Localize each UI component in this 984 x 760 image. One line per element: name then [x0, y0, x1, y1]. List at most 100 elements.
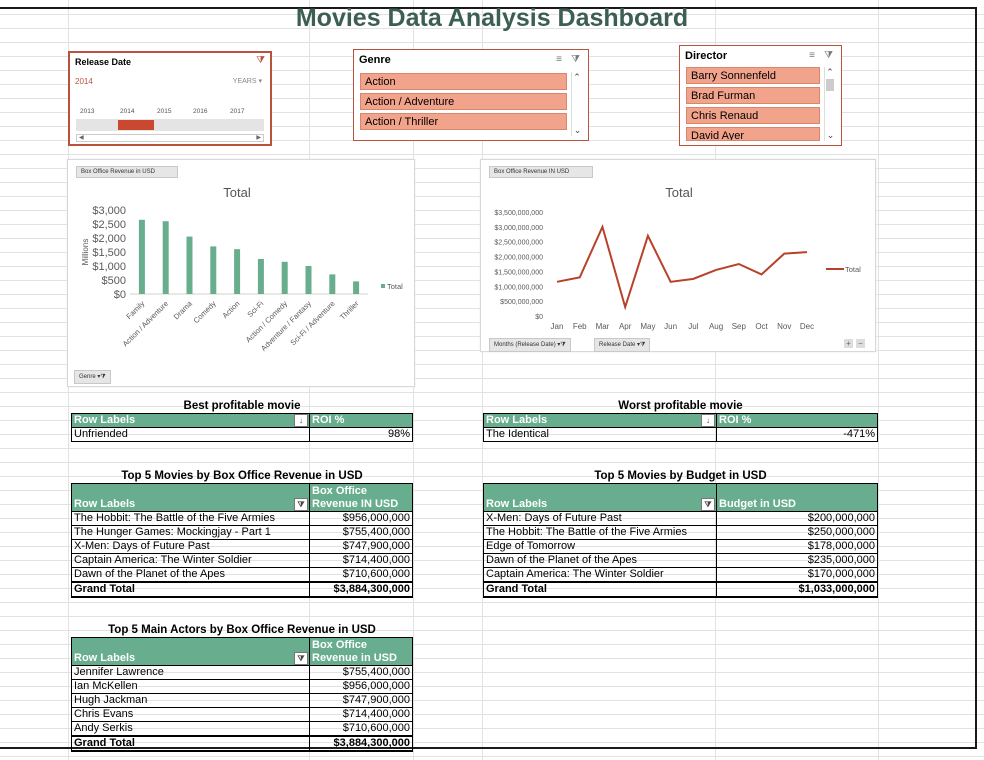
sort-filter-icon[interactable]: ↓: [701, 414, 715, 427]
collapse-button[interactable]: −: [856, 339, 865, 348]
monthly-revenue-chart[interactable]: Box Office Revenue IN USD Total $3,500,0…: [480, 159, 876, 352]
release-date-field-button[interactable]: Release Date ▾⧩: [594, 338, 651, 352]
time-level-dropdown[interactable]: YEARS ▾: [233, 77, 262, 85]
bar: [138, 219, 145, 294]
x-tick-label: Jan: [551, 322, 564, 331]
best-movie-cell[interactable]: Unfriended: [71, 427, 310, 442]
table-row[interactable]: Captain America: The Winter Soldier $170,…: [483, 567, 878, 583]
actor-cell: Andy Serkis: [71, 721, 310, 737]
y-tick-label: $1,000: [92, 261, 126, 273]
y-tick-label: $500,000,000: [500, 299, 543, 306]
x-tick-label: Dec: [800, 322, 814, 331]
timeline-scrollbar[interactable]: ◀ ▶: [76, 134, 264, 142]
table-row[interactable]: Dawn of the Planet of the Apes $710,600,0…: [71, 567, 413, 583]
release-date-slicer[interactable]: Release Date ⧩ 2014 YEARS ▾ 2013 2014 20…: [68, 51, 272, 146]
clear-filter-icon[interactable]: ⧩: [256, 55, 265, 66]
x-tick-label: Sci-Fi: [245, 299, 265, 319]
value-cell: $250,000,000: [716, 525, 878, 540]
table-row[interactable]: Dawn of the Planet of the Apes $235,000,0…: [483, 553, 878, 568]
scroll-up-icon[interactable]: ⌃: [825, 67, 835, 78]
filter-icon[interactable]: ⧩: [294, 652, 308, 665]
best-profitable-table: Row Labels ↓ ROI % Unfriended 98%: [71, 413, 413, 442]
y-tick-label: $1,500: [92, 247, 126, 259]
y-tick-label: $2,000,000,000: [494, 255, 543, 262]
table-row[interactable]: X-Men: Days of Future Past $200,000,000: [483, 511, 878, 526]
genre-revenue-chart[interactable]: Box Office Revenue in USD Total $3,000 $2…: [67, 159, 415, 387]
timeline-year-2016[interactable]: 2016: [193, 108, 207, 115]
worst-movie-cell[interactable]: The Identical: [483, 427, 717, 442]
filter-icon: ▾⧩: [637, 342, 646, 348]
director-item-brad-furman[interactable]: Brad Furman: [686, 87, 820, 104]
table-row[interactable]: The Hunger Games: Mockingjay - Part 1 $75…: [71, 525, 413, 540]
revenue-header: Box Office Revenue IN USD: [309, 483, 413, 512]
timeline-year-2015[interactable]: 2015: [157, 108, 171, 115]
director-item-barry-sonnenfeld[interactable]: Barry Sonnenfeld: [686, 67, 820, 84]
x-tick-label: Action / Adventure: [121, 299, 170, 348]
release-date-field-label: Release Date: [599, 342, 636, 348]
scroll-left-icon[interactable]: ◀: [79, 135, 84, 141]
chevron-down-icon: ▾: [258, 78, 262, 85]
worst-roi-cell[interactable]: -471%: [716, 427, 878, 442]
top5-revenue-table: Row Labels ⧩ Box Office Revenue IN USD Th…: [71, 483, 413, 598]
table-row[interactable]: Captain America: The Winter Soldier $714,…: [71, 553, 413, 568]
genre-slicer-scrollbar[interactable]: ⌃ ⌄: [571, 72, 582, 136]
filter-icon[interactable]: ⧩: [294, 498, 308, 511]
x-tick-label: Apr: [619, 322, 632, 331]
genre-item-action-thriller[interactable]: Action / Thriller: [360, 113, 567, 130]
grand-total-value: $1,033,000,000: [716, 581, 878, 598]
filter-icon[interactable]: ⧩: [701, 498, 715, 511]
table-row[interactable]: Edge of Tomorrow $178,000,000: [483, 539, 878, 554]
best-roi-cell[interactable]: 98%: [309, 427, 413, 442]
table-row[interactable]: Chris Evans $714,400,000: [71, 707, 413, 722]
legend-label: Total: [387, 282, 403, 291]
months-field-button[interactable]: Months (Release Date) ▾⧩: [489, 338, 571, 352]
genre-item-action[interactable]: Action: [360, 73, 567, 90]
scroll-down-icon[interactable]: ⌄: [825, 130, 836, 141]
x-tick-label: Feb: [573, 322, 587, 331]
timeline-track[interactable]: [76, 119, 264, 131]
timeline-selected-range[interactable]: [118, 120, 154, 130]
roi-header: ROI %: [716, 413, 878, 428]
scroll-thumb[interactable]: [826, 79, 834, 91]
table-row[interactable]: X-Men: Days of Future Past $747,900,000: [71, 539, 413, 554]
timeline-year-2017[interactable]: 2017: [230, 108, 244, 115]
table-row[interactable]: Andy Serkis $710,600,000: [71, 721, 413, 737]
director-slicer[interactable]: Director ≡ ⧩ Barry Sonnenfeld Brad Furma…: [679, 45, 842, 146]
y-tick-label: $2,000: [92, 233, 126, 245]
clear-filter-icon[interactable]: ⧩: [571, 54, 580, 65]
grand-total-value: $3,884,300,000: [309, 581, 413, 598]
multi-select-icon[interactable]: ≡: [556, 54, 562, 65]
movie-cell: Dawn of the Planet of the Apes: [483, 553, 717, 568]
sort-filter-icon[interactable]: ↓: [294, 414, 308, 427]
y-tick-label: $3,500,000,000: [494, 210, 543, 217]
movie-cell: The Hobbit: The Battle of the Five Armie…: [71, 511, 310, 526]
table-row[interactable]: Ian McKellen $956,000,000: [71, 679, 413, 694]
timeline-year-2014[interactable]: 2014: [120, 108, 134, 115]
table-row[interactable]: Hugh Jackman $747,900,000: [71, 693, 413, 708]
genre-item-action-adventure[interactable]: Action / Adventure: [360, 93, 567, 110]
director-item-david-ayer[interactable]: David Ayer: [686, 127, 820, 141]
multi-select-icon[interactable]: ≡: [809, 50, 815, 61]
line-chart-plot: $3,500,000,000 $3,000,000,000 $2,500,000,0…: [494, 210, 861, 331]
expand-button[interactable]: +: [844, 339, 853, 348]
grand-total-row: Grand Total $3,884,300,000: [71, 735, 413, 752]
table-row[interactable]: Jennifer Lawrence $755,400,000: [71, 665, 413, 680]
movie-cell: Edge of Tomorrow: [483, 539, 717, 554]
scroll-right-icon[interactable]: ▶: [256, 135, 261, 141]
actor-cell: Hugh Jackman: [71, 693, 310, 708]
bar: [162, 221, 169, 294]
table-row[interactable]: The Hobbit: The Battle of the Five Armie…: [483, 525, 878, 540]
genre-field-button[interactable]: Genre ▾⧩: [74, 370, 111, 384]
grand-total-row: Grand Total $3,884,300,000: [71, 581, 413, 598]
scroll-up-icon[interactable]: ⌃: [572, 72, 582, 83]
timeline-year-2013[interactable]: 2013: [80, 108, 94, 115]
x-tick-label: Family: [124, 299, 146, 321]
director-slicer-scrollbar[interactable]: ⌃ ⌄: [824, 67, 835, 141]
genre-slicer[interactable]: Genre ≡ ⧩ Action Action / Adventure Acti…: [353, 49, 589, 141]
y-tick-label: $0: [535, 314, 543, 321]
scroll-down-icon[interactable]: ⌄: [572, 125, 583, 136]
clear-filter-icon[interactable]: ⧩: [824, 50, 833, 61]
director-item-chris-renaud[interactable]: Chris Renaud: [686, 107, 820, 124]
table-row[interactable]: The Hobbit: The Battle of the Five Armie…: [71, 511, 413, 526]
filter-icon: ▾⧩: [97, 374, 106, 380]
